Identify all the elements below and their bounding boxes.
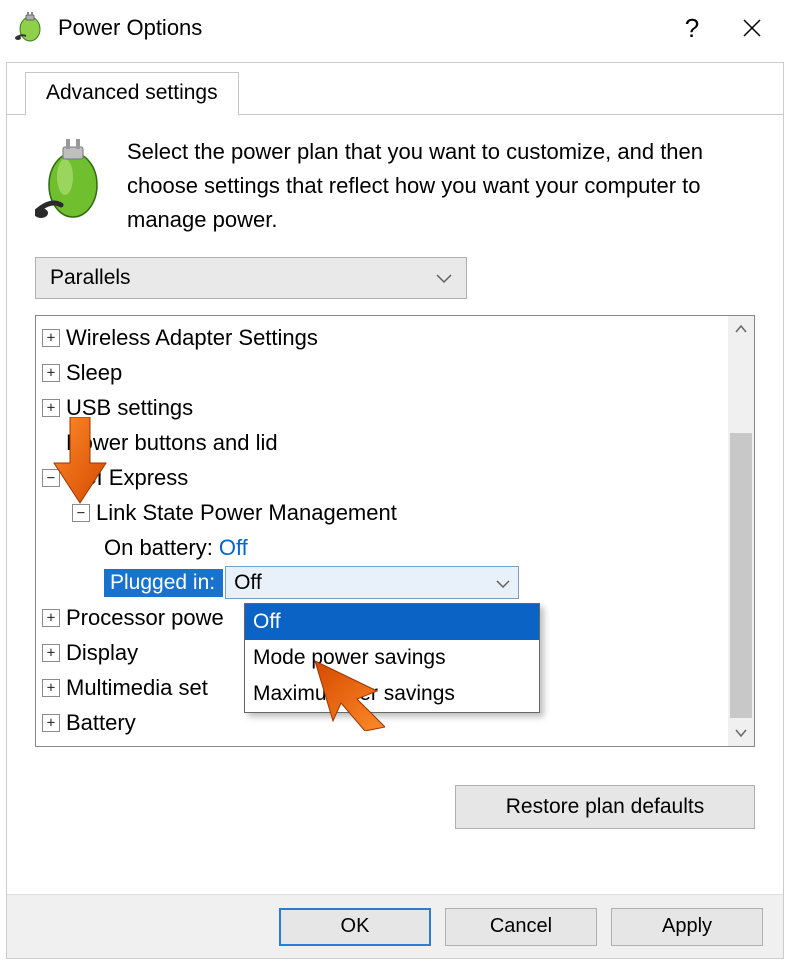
tab-page: Select the power plan that you want to c… <box>7 115 783 757</box>
expand-icon[interactable]: + <box>42 644 60 662</box>
scroll-up-icon[interactable] <box>735 316 747 342</box>
restore-defaults-button[interactable]: Restore plan defaults <box>455 785 755 829</box>
expand-icon[interactable]: + <box>42 329 60 347</box>
expand-icon[interactable]: + <box>42 364 60 382</box>
power-plan-dropdown[interactable]: Parallels <box>35 257 467 299</box>
ok-button[interactable]: OK <box>279 908 431 946</box>
expand-icon[interactable]: + <box>42 609 60 627</box>
expand-icon[interactable]: + <box>42 399 60 417</box>
chevron-down-icon <box>436 266 452 290</box>
chevron-down-icon <box>496 571 510 595</box>
settings-tree: + Wireless Adapter Settings + Sleep + US… <box>35 315 755 747</box>
on-battery-value[interactable]: Off <box>219 535 248 561</box>
apply-button[interactable]: Apply <box>611 908 763 946</box>
expand-icon[interactable]: + <box>42 714 60 732</box>
collapse-icon[interactable]: − <box>42 469 60 487</box>
collapse-icon[interactable]: − <box>72 504 90 522</box>
option-off[interactable]: Off <box>245 604 539 640</box>
tree-item-link-state[interactable]: − Link State Power Management <box>36 495 728 530</box>
power-plan-selected: Parallels <box>50 266 131 290</box>
dialog-button-row: OK Cancel Apply <box>7 894 783 958</box>
scroll-down-icon[interactable] <box>735 720 747 746</box>
plugged-in-label: Plugged in: <box>104 569 223 597</box>
option-maximum[interactable]: Maximu ower savings <box>245 676 539 712</box>
option-moderate[interactable]: Mode power savings <box>245 640 539 676</box>
close-button[interactable] <box>722 17 782 39</box>
tree-item-sleep[interactable]: + Sleep <box>36 355 728 390</box>
plugged-in-options-popup: Off Mode power savings Maximu ower savin… <box>244 603 540 713</box>
help-button[interactable]: ? <box>662 13 722 44</box>
scroll-track[interactable] <box>728 342 754 720</box>
cancel-button[interactable]: Cancel <box>445 908 597 946</box>
battery-icon <box>35 135 105 237</box>
titlebar: Power Options ? <box>0 0 790 56</box>
tree-item-plugged-in[interactable]: Plugged in: Off <box>104 565 728 600</box>
tree-item-wireless[interactable]: + Wireless Adapter Settings <box>36 320 728 355</box>
tab-advanced-settings[interactable]: Advanced settings <box>25 72 239 116</box>
intro-text: Select the power plan that you want to c… <box>127 135 755 237</box>
dialog-body: Advanced settings Select the power plan … <box>6 62 784 959</box>
tree-item-usb[interactable]: + USB settings <box>36 390 728 425</box>
intro-row: Select the power plan that you want to c… <box>35 135 755 237</box>
tree-item-pci-express[interactable]: − PCI Express <box>36 460 728 495</box>
scroll-thumb[interactable] <box>730 433 752 718</box>
tree-scrollbar[interactable] <box>728 316 754 746</box>
tree-item-on-battery[interactable]: On battery: Off <box>36 530 728 565</box>
tree-item-power-buttons[interactable]: + Power buttons and lid <box>36 425 728 460</box>
expand-icon[interactable]: + <box>42 679 60 697</box>
power-options-icon <box>12 10 48 46</box>
window-title: Power Options <box>58 15 662 41</box>
tabstrip: Advanced settings <box>7 63 783 115</box>
plugged-in-dropdown[interactable]: Off <box>225 566 519 599</box>
